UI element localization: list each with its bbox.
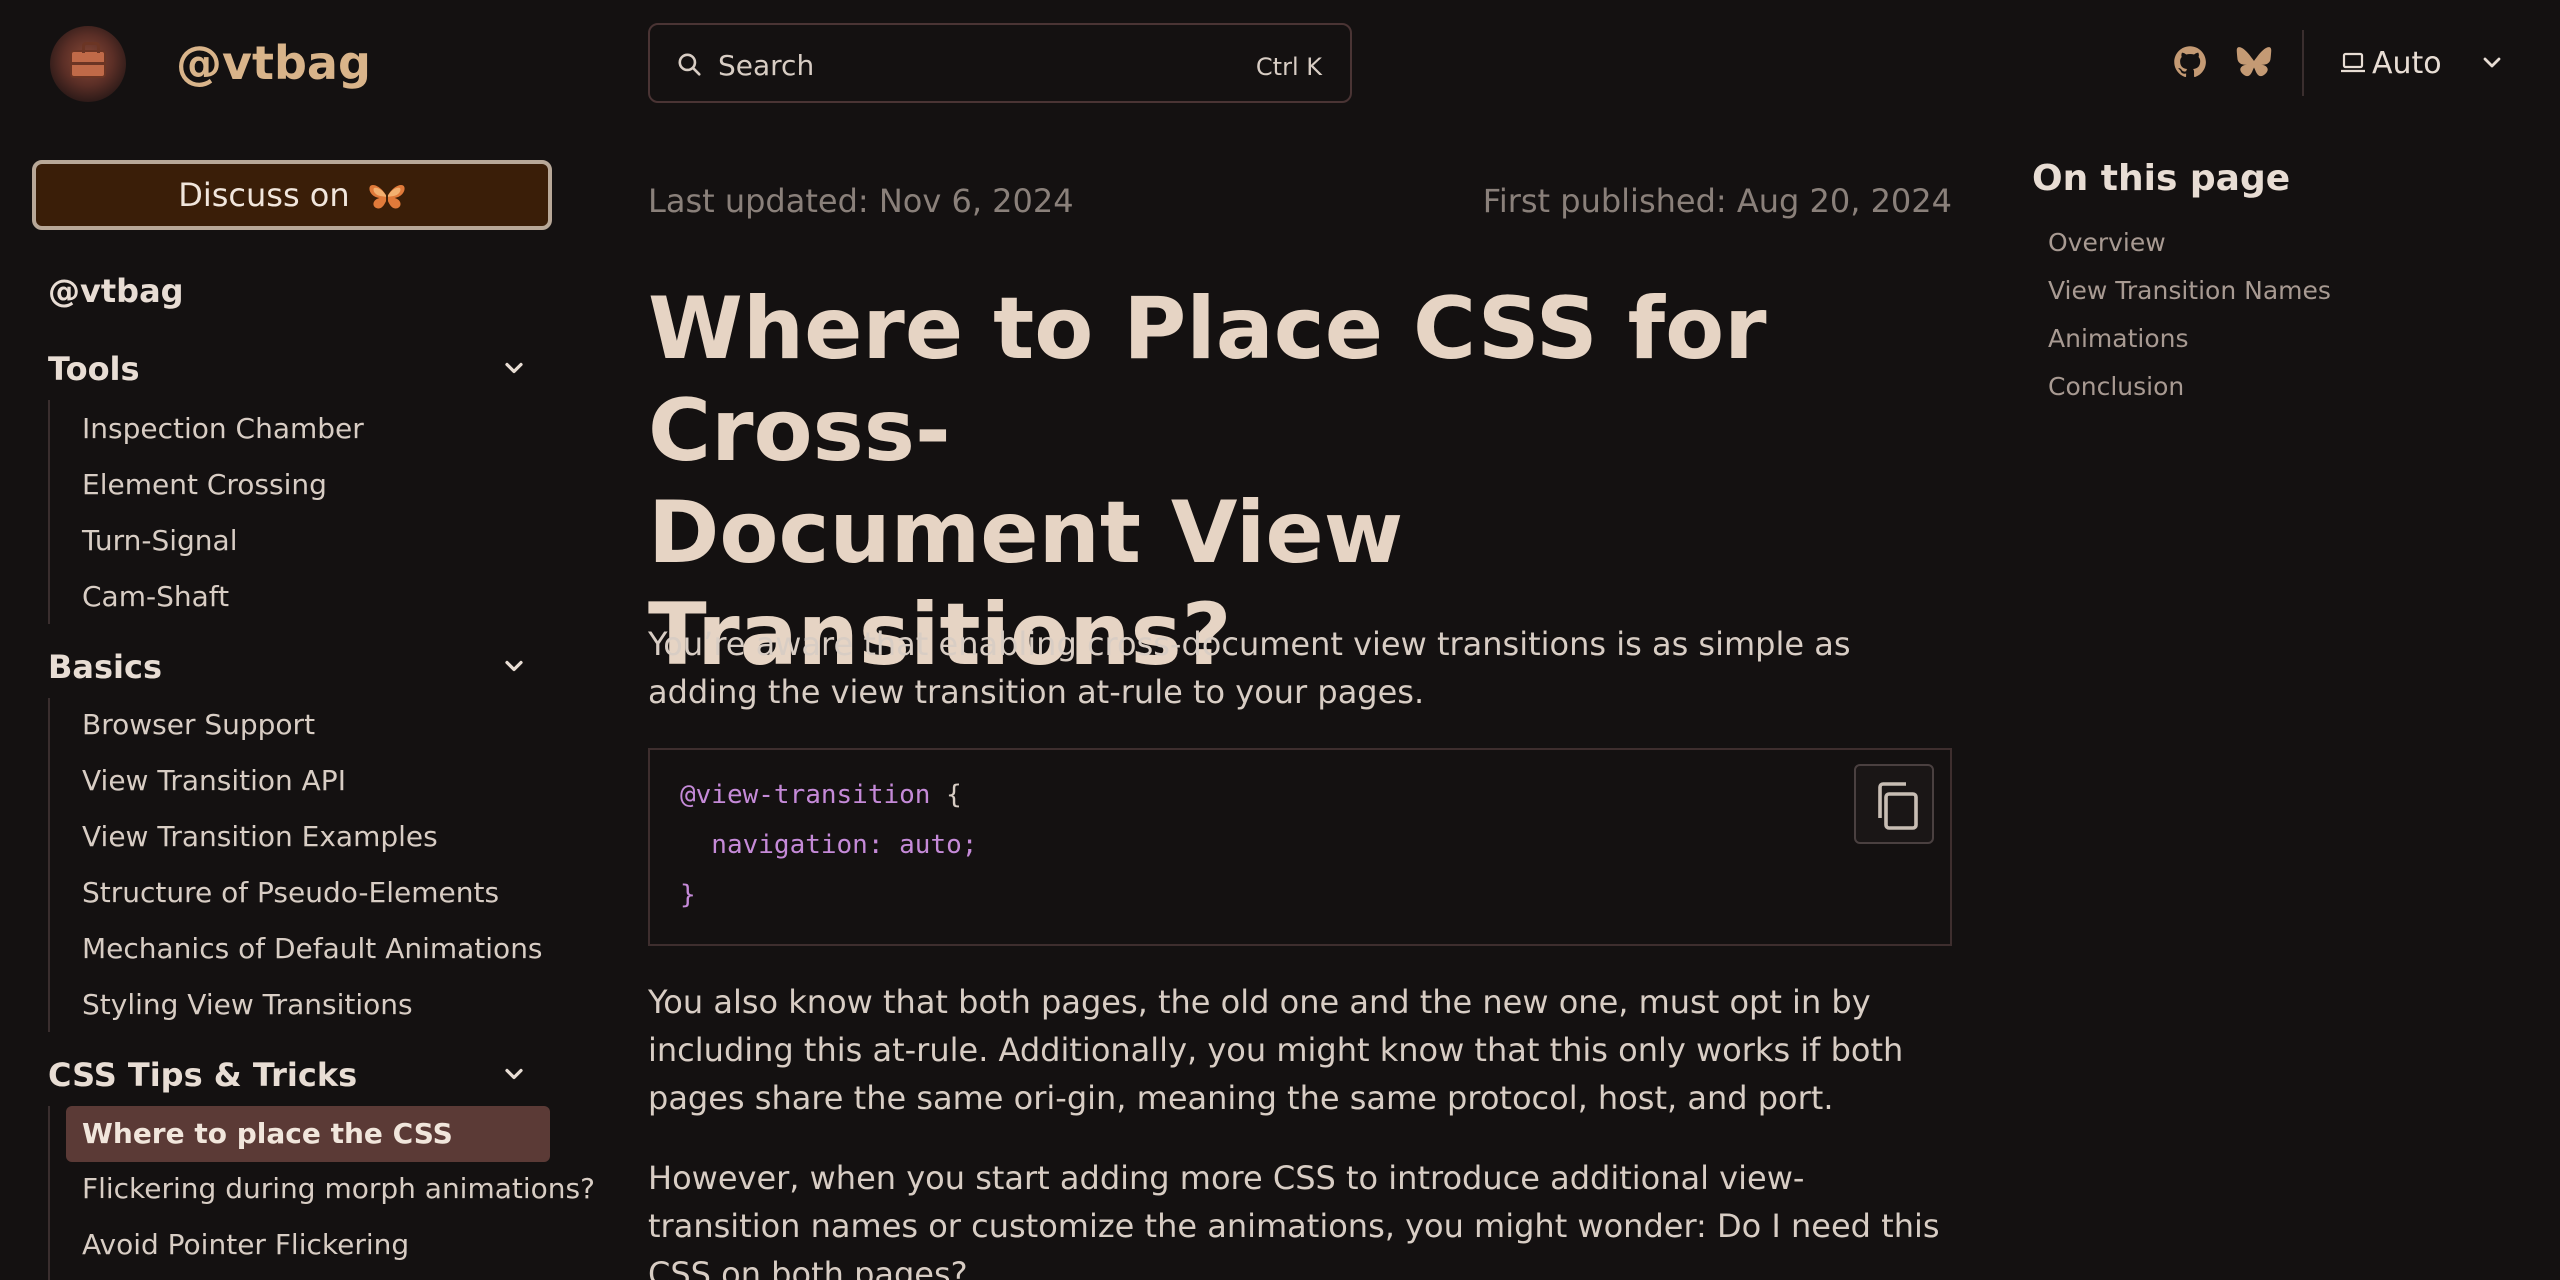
discuss-button[interactable]: Discuss on [32, 160, 552, 230]
discuss-label: Discuss on [178, 176, 350, 214]
sidebar-item-browser-support[interactable]: Browser Support [82, 708, 315, 741]
site-header: @vtbag Search Ctrl K Auto [0, 0, 2560, 128]
copy-icon [1878, 782, 1918, 830]
toc-title: On this page [2032, 158, 2291, 199]
sidebar-item-element-crossing[interactable]: Element Crossing [82, 468, 327, 501]
search-shortcut: Ctrl K [1255, 53, 1322, 81]
sidebar-item-where-to-place-css[interactable]: Where to place the CSS [66, 1106, 550, 1162]
site-title[interactable]: @vtbag [176, 36, 371, 90]
code-line-2: navigation: auto; [680, 830, 978, 860]
intro-paragraph: You’re aware that enabling cross-documen… [648, 625, 1851, 711]
sidebar-group-line [48, 1106, 50, 1280]
sidebar-item-view-transition-api[interactable]: View Transition API [82, 764, 346, 797]
sidebar-item-avoid-pointer-flickering[interactable]: Avoid Pointer Flickering [82, 1228, 409, 1261]
sidebar-group-css-tips[interactable]: CSS Tips & Tricks [48, 1056, 357, 1094]
code-line-1: @view-transition { [680, 780, 962, 810]
body-paragraph-3: However, when you start adding more CSS … [648, 1159, 1940, 1280]
toc-item-conclusion[interactable]: Conclusion [2048, 372, 2184, 401]
chevron-down-icon[interactable] [500, 1060, 528, 1088]
header-divider [2302, 30, 2304, 96]
laptop-icon [2341, 52, 2365, 73]
toc-item-animations[interactable]: Animations [2048, 324, 2188, 353]
sidebar-item-cam-shaft[interactable]: Cam-Shaft [82, 580, 229, 613]
bluesky-icon[interactable] [2236, 44, 2272, 80]
theme-select[interactable]: Auto [2336, 40, 2516, 88]
copy-code-button[interactable] [1854, 764, 1934, 844]
code-token: { [930, 780, 962, 810]
chevron-down-icon[interactable] [500, 652, 528, 680]
search-label: Search [718, 49, 815, 82]
site-logo[interactable] [50, 26, 126, 102]
sidebar-item-structure-of-pseudo-elements[interactable]: Structure of Pseudo-Elements [82, 876, 499, 909]
search-button[interactable]: Search Ctrl K [648, 23, 1352, 103]
code-line-3: } [680, 880, 696, 910]
chevron-down-icon[interactable] [500, 354, 528, 382]
chevron-down-icon [2483, 57, 2501, 68]
sidebar-root-link[interactable]: @vtbag [48, 272, 184, 310]
last-updated: Last updated: Nov 6, 2024 [648, 182, 1074, 220]
page-title-line-1: Where to Place CSS for Cross- [648, 279, 1767, 481]
toc-item-view-transition-names[interactable]: View Transition Names [2048, 276, 2331, 305]
sidebar-group-line [48, 400, 50, 624]
sidebar-item-flickering-morph[interactable]: Flickering during morph animations? [82, 1172, 595, 1205]
sidebar-item-inspection-chamber[interactable]: Inspection Chamber [82, 412, 364, 445]
sidebar-item-styling-view-transitions[interactable]: Styling View Transitions [82, 988, 413, 1021]
main-content: Last updated: Nov 6, 2024 First publishe… [648, 128, 1952, 1280]
toc-item-overview[interactable]: Overview [2048, 228, 2166, 257]
butterfly-icon [369, 184, 405, 209]
sidebar-group-basics[interactable]: Basics [48, 648, 162, 686]
code-token: @view-transition [680, 780, 931, 810]
theme-label: Auto [2372, 46, 2442, 81]
code-block: @view-transition { navigation: auto; } [648, 748, 1952, 946]
sidebar-item-turn-signal[interactable]: Turn-Signal [82, 524, 237, 557]
search-icon [678, 53, 701, 76]
body-paragraph-2: You also know that both pages, the old o… [648, 983, 1904, 1117]
first-published: First published: Aug 20, 2024 [1482, 182, 1952, 220]
sidebar-group-tools[interactable]: Tools [48, 350, 140, 388]
sidebar-item-mechanics-of-default-animations[interactable]: Mechanics of Default Animations [82, 932, 543, 965]
sidebar-item-view-transition-examples[interactable]: View Transition Examples [82, 820, 438, 853]
sidebar-group-line [48, 698, 50, 1032]
github-icon[interactable] [2172, 44, 2208, 80]
sidebar: Discuss on @vtbag Tools Inspection Chamb… [0, 128, 595, 1280]
